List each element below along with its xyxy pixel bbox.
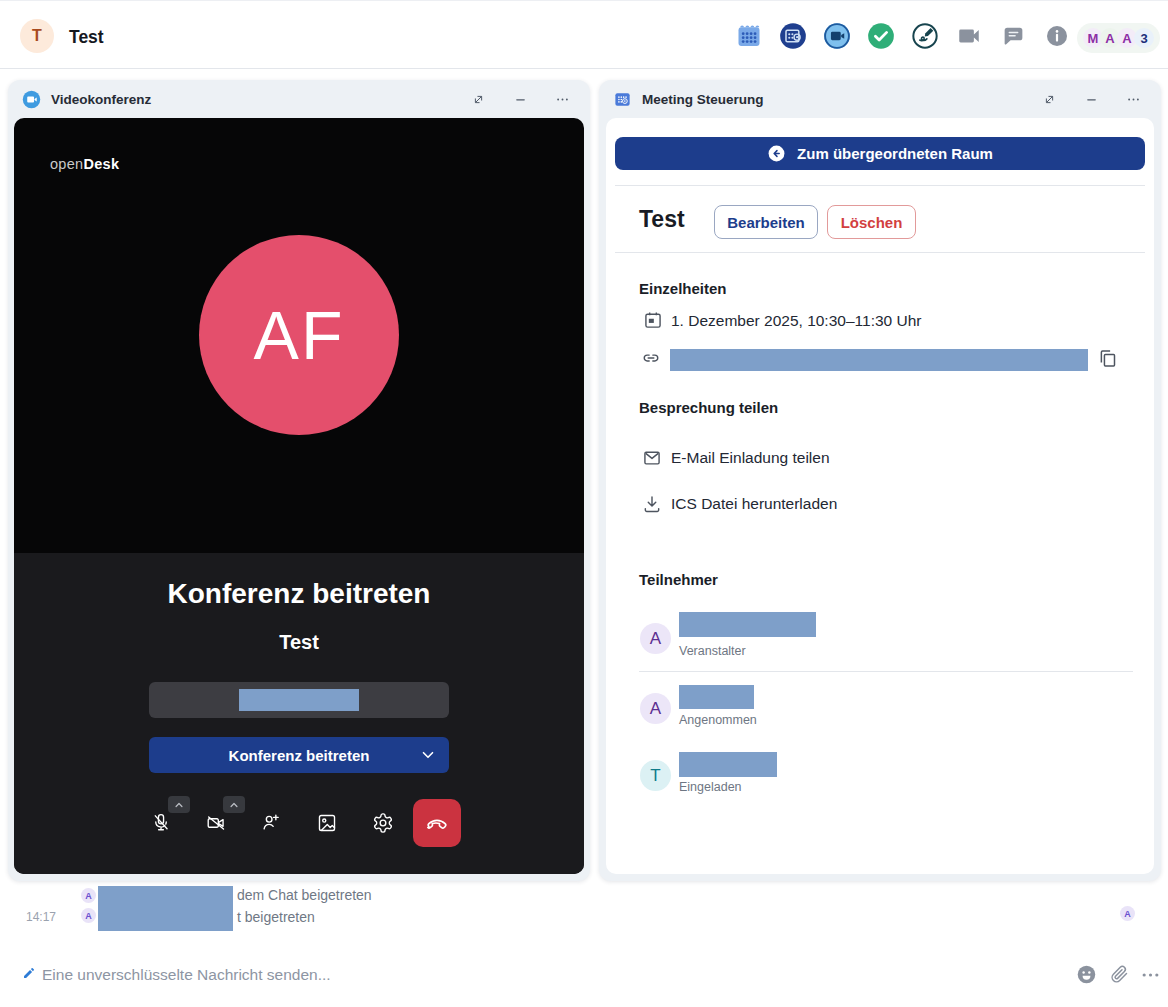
chat-toggle-icon[interactable] [999,22,1027,50]
mic-muted-icon[interactable] [150,812,172,834]
divider [639,671,1133,672]
chat-sender-avatar: A [81,908,96,923]
settings-icon[interactable] [372,812,394,834]
divider [615,252,1145,253]
camera-options-button[interactable] [223,796,245,813]
avatar-group[interactable]: M A A 3 [1077,23,1160,53]
attach-button[interactable] [1109,964,1129,984]
redacted-participant-name [679,752,777,777]
video-area: openDesk AF Konferenz beitreten Test Kon… [14,118,584,874]
video-panel-header: Videokonferenz [8,80,590,118]
minimize-icon[interactable] [1084,92,1099,107]
chat-sender-avatar: A [81,888,96,903]
video-panel: Videokonferenz openDesk AF Konferenz bei… [8,80,590,881]
expand-icon[interactable] [1042,92,1057,107]
join-conference-button[interactable]: Konferenz beitreten [149,737,449,773]
link-icon [641,348,661,368]
more-icon[interactable] [555,92,570,107]
meeting-widget-icon [613,90,632,109]
participant-avatar: T [640,760,671,791]
more-icon[interactable] [1126,92,1141,107]
message-input[interactable]: Eine unverschlüsselte Nachricht senden..… [42,966,331,984]
calendar-outline-icon [643,310,663,330]
delete-button[interactable]: Löschen [827,205,916,239]
edit-button[interactable]: Bearbeiten [714,205,818,239]
participant-avatar: A [640,693,671,724]
event-date: 1. Dezember 2025, 10:30–11:30 Uhr [671,312,921,330]
details-heading: Einzelheiten [639,280,727,297]
signature-icon[interactable] [911,22,939,50]
chat-message: t beigetreten [237,909,315,925]
join-subheading: Test [14,631,584,654]
app-logo[interactable]: T [20,19,54,53]
back-icon [767,144,786,163]
display-name-input[interactable] [149,682,449,718]
add-person-icon[interactable] [260,811,282,833]
meeting-panel-title: Meeting Steuerung [642,92,1032,107]
participant-avatar: A [640,623,671,654]
copy-icon[interactable] [1097,348,1118,369]
parent-room-button[interactable]: Zum übergeordneten Raum [615,137,1145,170]
meeting-title: Test [639,206,685,233]
video-widget-icon [22,90,41,109]
chevron-down-icon[interactable] [419,746,437,764]
download-icon [642,494,662,514]
mail-icon [642,448,662,468]
more-options-button[interactable] [1141,969,1160,981]
meeting-panel-header: Meeting Steuerung [599,80,1161,118]
read-receipt-avatar: A [1120,906,1135,921]
redacted-chat-name [98,886,233,931]
camera-off-icon[interactable] [205,812,227,834]
page-title: Test [69,27,104,48]
chat-message: dem Chat beigetreten [237,887,372,903]
pencil-icon [22,966,36,980]
camera-toggle-icon[interactable] [955,22,983,50]
meetings-widget-icon[interactable] [779,22,807,50]
check-icon[interactable] [867,22,895,50]
chat-timestamp: 14:17 [26,910,56,924]
opendesk-logo: openDesk [50,156,119,172]
emoji-button[interactable] [1076,964,1097,985]
divider [615,185,1145,186]
join-heading: Konferenz beitreten [14,578,584,610]
redacted-meeting-link[interactable] [670,349,1088,371]
minimize-icon[interactable] [513,92,528,107]
hangup-button[interactable] [413,799,461,847]
redacted-display-name [239,689,359,711]
share-ics-item[interactable]: ICS Datei herunterladen [671,495,837,513]
share-email-item[interactable]: E-Mail Einladung teilen [671,449,830,467]
avatar-count: 3 [1134,28,1154,48]
video-panel-title: Videokonferenz [51,92,461,107]
calendar-icon[interactable] [735,22,763,50]
topbar-icons [735,22,1071,50]
videoconference-widget-icon[interactable] [823,22,851,50]
user-avatar: AF [199,235,399,435]
mic-options-button[interactable] [168,796,190,813]
participants-heading: Teilnehmer [639,571,718,588]
share-heading: Besprechung teilen [639,399,778,416]
topbar: T Test M A A 3 [0,0,1168,69]
hangup-icon [424,810,450,836]
redacted-participant-name [679,685,754,709]
participant-role: Angenommen [679,713,757,727]
participant-role: Veranstalter [679,644,746,658]
expand-icon[interactable] [471,92,486,107]
info-icon[interactable] [1043,22,1071,50]
meeting-panel: Meeting Steuerung Zum übergeordneten Rau… [599,80,1161,881]
background-image-icon[interactable] [316,812,338,834]
redacted-participant-name [679,612,816,637]
meeting-content: Zum übergeordneten Raum Test Bearbeiten … [606,118,1154,874]
participant-role: Eingeladen [679,780,742,794]
